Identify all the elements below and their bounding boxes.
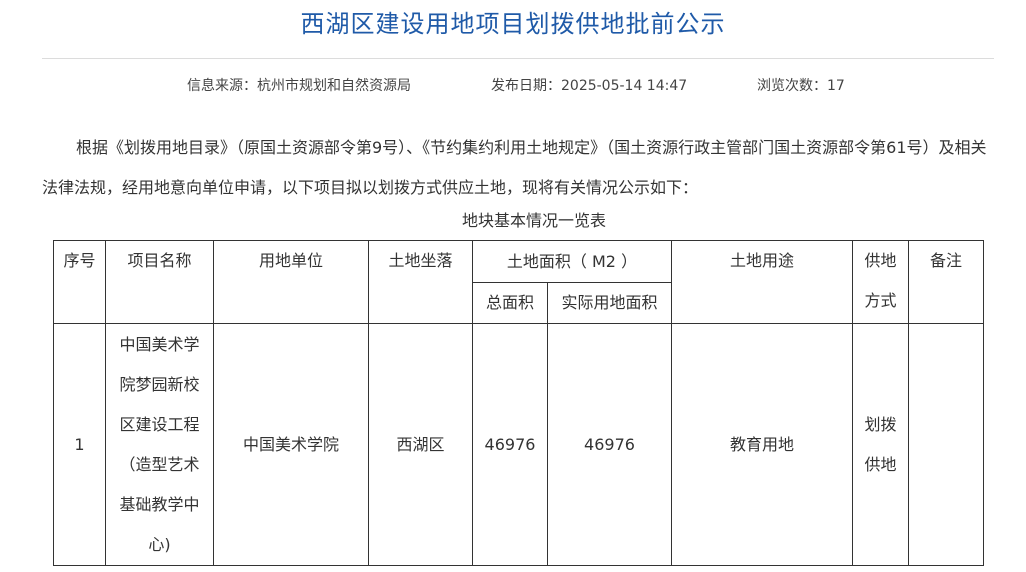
info-source: 信息来源：杭州市规划和自然资源局 xyxy=(187,78,411,94)
header-area: 土地面积（ M2 ） xyxy=(472,240,672,283)
view-count: 浏览次数：17 xyxy=(757,78,845,94)
page-title: 西湖区建设用地项目划拨供地批前公示 xyxy=(300,10,726,38)
header-total-area: 总面积 xyxy=(472,282,548,324)
header-supply: 供地方式 xyxy=(852,240,909,324)
header-seq: 序号 xyxy=(53,240,106,324)
cell-remark xyxy=(908,323,984,566)
announcement-paragraph: 根据《划拨用地目录》（原国土资源部令第9号）、《节约集约利用土地规定》（国土资源… xyxy=(42,138,987,197)
header-actual-area: 实际用地面积 xyxy=(547,282,672,324)
cell-seq: 1 xyxy=(53,323,106,566)
title-divider xyxy=(42,58,994,59)
cell-supply: 划拨供地 xyxy=(852,323,909,566)
header-remark: 备注 xyxy=(908,240,984,324)
publish-date: 发布日期：2025-05-14 14:47 xyxy=(491,78,688,94)
cell-total-area: 46976 xyxy=(472,323,548,566)
cell-unit: 中国美术学院 xyxy=(213,323,369,566)
land-info-table: 序号 项目名称 用地单位 土地坐落 土地面积（ M2 ） 土地用途 供地方式 备… xyxy=(53,240,984,566)
cell-project: 中国美术学院梦园新校区建设工程（造型艺术基础教学中心) xyxy=(105,323,214,566)
cell-location: 西湖区 xyxy=(368,323,473,566)
cell-use: 教育用地 xyxy=(671,323,853,566)
header-unit: 用地单位 xyxy=(213,240,369,324)
header-location: 土地坐落 xyxy=(368,240,473,324)
table-caption: 地块基本情况一览表 xyxy=(461,211,606,230)
table-row: 1 中国美术学院梦园新校区建设工程（造型艺术基础教学中心) 中国美术学院 西湖区… xyxy=(53,323,984,566)
header-use: 土地用途 xyxy=(671,240,853,324)
cell-actual-area: 46976 xyxy=(547,323,672,566)
header-project: 项目名称 xyxy=(105,240,214,324)
